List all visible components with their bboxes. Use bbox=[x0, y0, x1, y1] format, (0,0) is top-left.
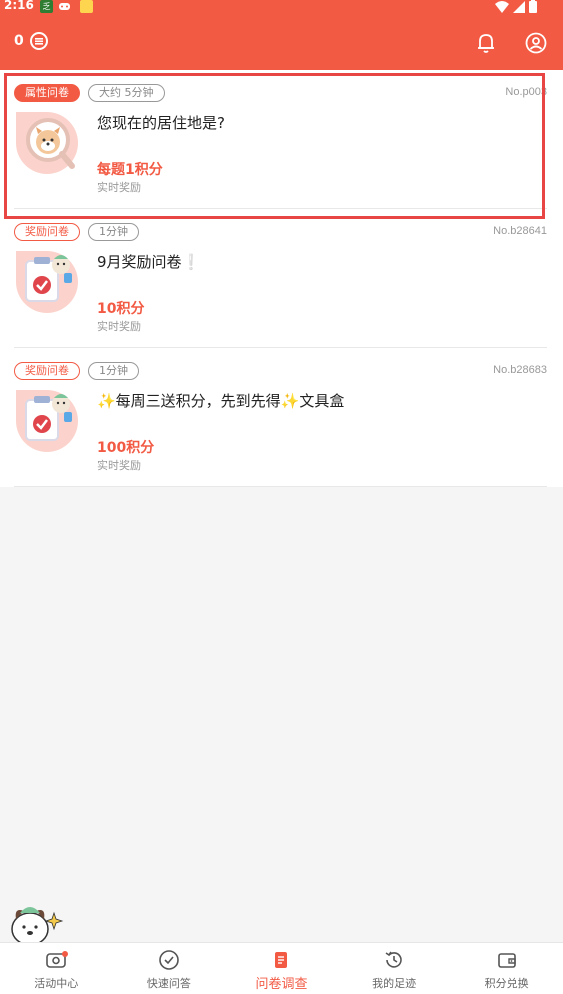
bottom-tabbar: 活动中心 快速问答 问卷调查 我的足迹 积分兑换 bbox=[0, 942, 563, 994]
tab-activity-center[interactable]: 活动中心 bbox=[0, 943, 113, 994]
wallet-icon bbox=[497, 953, 516, 968]
notification-dot bbox=[62, 951, 68, 957]
survey-type-tag: 属性问卷 bbox=[14, 84, 80, 102]
tab-survey[interactable]: 问卷调查 bbox=[225, 943, 338, 994]
app2-notification-icon bbox=[80, 0, 93, 13]
status-bar: 2:16 乏 bbox=[0, 0, 563, 14]
duration-tag: 大约 5分钟 bbox=[88, 84, 165, 102]
survey-number: No.b28683 bbox=[493, 364, 547, 376]
app-notification-icon: 乏 bbox=[40, 0, 53, 13]
reward-type: 实时奖励 bbox=[97, 320, 141, 333]
reward-type: 实时奖励 bbox=[97, 181, 141, 194]
app-header: 0 bbox=[0, 14, 563, 70]
status-time: 2:16 bbox=[4, 0, 34, 12]
history-icon bbox=[385, 951, 402, 968]
signal-icon bbox=[513, 0, 525, 13]
tab-points-exchange[interactable]: 积分兑换 bbox=[450, 943, 563, 994]
clipboard-dog-icon bbox=[16, 251, 78, 313]
survey-card[interactable]: 属性问卷 大约 5分钟 No.p003 您现在的居住地是? 每题1积分 实时奖励 bbox=[14, 70, 547, 209]
survey-title: 9月奖励问卷❕ bbox=[97, 253, 201, 271]
survey-number: No.b28641 bbox=[493, 225, 547, 237]
tab-label: 活动中心 bbox=[34, 977, 79, 990]
duration-tag: 1分钟 bbox=[88, 362, 139, 380]
points-value: 0 bbox=[14, 33, 24, 49]
survey-icon bbox=[275, 952, 288, 968]
tab-my-history[interactable]: 我的足迹 bbox=[338, 943, 451, 994]
profile-icon[interactable] bbox=[525, 32, 547, 54]
reward-type: 实时奖励 bbox=[97, 459, 141, 472]
bell-icon[interactable] bbox=[476, 32, 496, 54]
coin-icon bbox=[29, 32, 48, 50]
wifi-icon bbox=[495, 0, 509, 13]
survey-type-tag: 奖励问卷 bbox=[14, 362, 80, 380]
clipboard-dog-icon bbox=[16, 390, 78, 452]
battery-icon bbox=[529, 0, 537, 13]
game-notification-icon bbox=[58, 0, 71, 13]
tab-quick-qa[interactable]: 快速问答 bbox=[113, 943, 226, 994]
survey-list: 属性问卷 大约 5分钟 No.p003 您现在的居住地是? 每题1积分 实时奖励… bbox=[0, 70, 563, 487]
survey-card[interactable]: 奖励问卷 1分钟 No.b28683 ✨每周三送积分，先到先得✨文具盒 100积… bbox=[14, 348, 547, 487]
duration-tag: 1分钟 bbox=[88, 223, 139, 241]
survey-number: No.p003 bbox=[505, 86, 547, 98]
points-display[interactable]: 0 bbox=[14, 32, 48, 50]
survey-title: 您现在的居住地是? bbox=[97, 114, 225, 132]
survey-points: 10积分 bbox=[97, 301, 145, 317]
tab-label: 问卷调查 bbox=[255, 977, 308, 992]
search-dog-icon bbox=[16, 112, 78, 174]
survey-card[interactable]: 奖励问卷 1分钟 No.b28641 9月奖励问卷❕ 10积分 实时奖励 bbox=[14, 209, 547, 348]
survey-points: 100积分 bbox=[97, 440, 155, 456]
survey-points: 每题1积分 bbox=[97, 162, 163, 178]
tab-label: 快速问答 bbox=[146, 977, 191, 990]
survey-type-tag: 奖励问卷 bbox=[14, 223, 80, 241]
check-icon bbox=[159, 950, 179, 970]
survey-title: ✨每周三送积分，先到先得✨文具盒 bbox=[97, 392, 345, 410]
tab-label: 我的足迹 bbox=[372, 977, 417, 990]
tab-label: 积分兑换 bbox=[484, 977, 529, 990]
